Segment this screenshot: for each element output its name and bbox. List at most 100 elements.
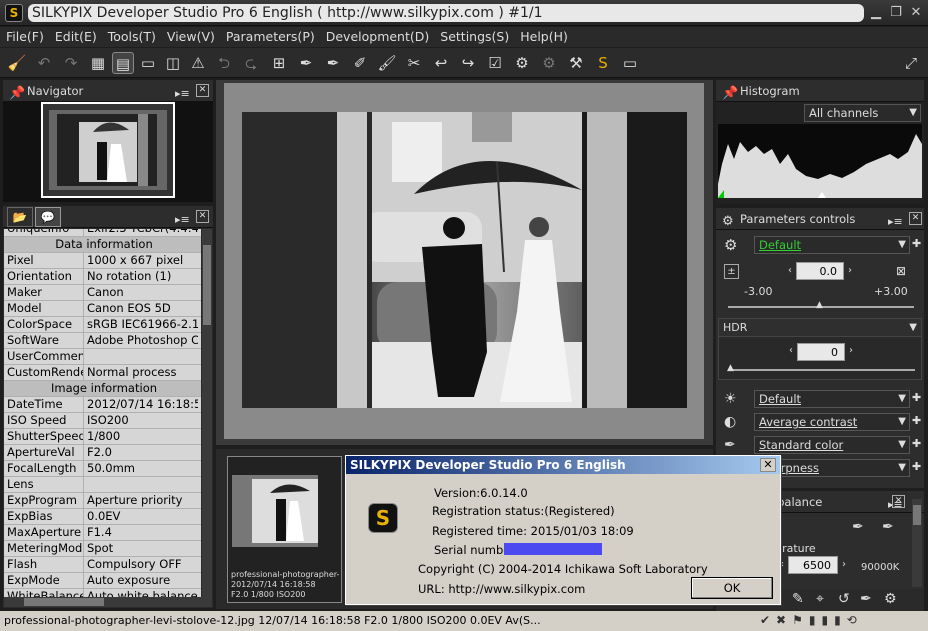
maximize-icon[interactable]: ❐ bbox=[886, 4, 906, 22]
menu-view[interactable]: View(V) bbox=[161, 27, 220, 44]
eyedropper-gray-icon[interactable]: ✒ bbox=[295, 52, 317, 74]
channel-select[interactable]: All channels ▼ bbox=[804, 104, 921, 122]
crop-icon[interactable]: ⌖ bbox=[816, 591, 824, 607]
hammer-icon[interactable]: ⚒ bbox=[565, 52, 587, 74]
info-panel: 📂 💬 ▸≡ ✕ UniqueInfoExif2.3 YCbCr(4:4:4)D… bbox=[3, 206, 213, 608]
color-add-icon[interactable]: ✚ bbox=[912, 437, 921, 450]
rotate-right-icon[interactable]: ⮎ bbox=[240, 52, 262, 74]
exposure-value[interactable]: 0.0 bbox=[796, 262, 844, 280]
contrast-add-icon[interactable]: ✚ bbox=[912, 414, 921, 427]
grid-view-icon[interactable]: ▦ bbox=[87, 52, 109, 74]
forward-icon[interactable]: ↪ bbox=[457, 52, 479, 74]
auto-exposure-icon[interactable]: ⊠ bbox=[896, 264, 906, 278]
fullscreen-icon[interactable]: ⤢ bbox=[900, 52, 922, 74]
menu-settings[interactable]: Settings(S) bbox=[434, 27, 514, 44]
preview-thumbnail-view-icon[interactable]: ▤ bbox=[112, 52, 134, 74]
info-value: Canon EOS 5D bbox=[87, 301, 171, 315]
wb-dropper2-icon[interactable]: ✒ bbox=[882, 519, 894, 535]
info-value: Normal process bbox=[87, 365, 177, 379]
tone-add-icon[interactable]: ✚ bbox=[912, 391, 921, 404]
menu-development[interactable]: Development(D) bbox=[320, 27, 435, 44]
compare-view-icon[interactable]: ◫ bbox=[162, 52, 184, 74]
info-row: Flash Compulsory OFF bbox=[4, 557, 201, 573]
sharpness-add-icon[interactable]: ✚ bbox=[912, 460, 921, 473]
pencil-icon[interactable]: ✎ bbox=[792, 591, 804, 607]
thumbnail-item[interactable]: professional-photographer- 2012/07/14 16… bbox=[227, 456, 342, 603]
status-bar: professional-photographer-levi-stolove-1… bbox=[0, 611, 928, 631]
eyedropper-wb-icon[interactable]: ✐ bbox=[349, 52, 371, 74]
close-icon[interactable]: ✕ bbox=[906, 4, 926, 22]
panel-menu-icon[interactable]: ▸≡ bbox=[175, 209, 190, 231]
taste-add-icon[interactable]: ✚ bbox=[912, 237, 921, 250]
single-view-icon[interactable]: ▭ bbox=[137, 52, 159, 74]
redo-icon[interactable]: ↷ bbox=[60, 52, 82, 74]
temperature-increase-icon[interactable]: › bbox=[842, 559, 846, 570]
silkypix-icon[interactable]: S bbox=[592, 52, 614, 74]
exposure-max: +3.00 bbox=[874, 285, 908, 298]
exposure-slider-thumb[interactable]: ▲ bbox=[816, 300, 823, 310]
undo-icon[interactable]: ↶ bbox=[33, 52, 55, 74]
panel-menu-icon[interactable]: ▸≡ bbox=[888, 211, 903, 233]
info-row: UserCommen bbox=[4, 349, 201, 365]
brush-icon[interactable]: 🖌 bbox=[376, 52, 398, 74]
info-tab-icon[interactable]: 💬 bbox=[35, 207, 61, 227]
develop-icon[interactable]: ⚙ bbox=[511, 52, 533, 74]
warning-icon[interactable]: ⚠ bbox=[187, 52, 209, 74]
tone-select[interactable]: Default ▼ bbox=[754, 390, 910, 408]
hdr-increase-icon[interactable]: › bbox=[849, 345, 853, 356]
menu-help[interactable]: Help(H) bbox=[514, 27, 573, 44]
preview-image[interactable] bbox=[242, 112, 687, 408]
wb-dropper-icon[interactable]: ✒ bbox=[852, 519, 864, 535]
minimize-icon[interactable]: ▁ bbox=[866, 4, 886, 22]
gear-icon[interactable]: ⚙ bbox=[884, 591, 897, 607]
menu-file[interactable]: File(F) bbox=[0, 27, 49, 44]
parameters-title: Parameters controls bbox=[740, 212, 856, 226]
panel-menu-icon[interactable]: ▸≡ bbox=[175, 83, 190, 105]
info-value: F2.0 bbox=[87, 445, 112, 459]
hdr-slider-thumb[interactable]: ▲ bbox=[727, 363, 734, 373]
panel-close-icon[interactable]: ✕ bbox=[892, 495, 905, 508]
dust-removal-icon[interactable]: ✂ bbox=[403, 52, 425, 74]
app-logo-icon: S bbox=[5, 4, 23, 22]
navigator-preview[interactable] bbox=[41, 102, 175, 198]
panel-close-icon[interactable]: ✕ bbox=[909, 212, 922, 225]
menu-parameters[interactable]: Parameters(P) bbox=[220, 27, 320, 44]
hdr-slider[interactable] bbox=[729, 369, 915, 371]
taste-select[interactable]: Default ▼ bbox=[754, 236, 910, 254]
cleanup-icon[interactable]: 🧹 bbox=[6, 52, 28, 74]
exposure-increase-icon[interactable]: › bbox=[848, 265, 852, 276]
info-key: Maker bbox=[4, 285, 84, 300]
rotate-left-icon[interactable]: ⮌ bbox=[213, 52, 235, 74]
panel-close-icon[interactable]: ✕ bbox=[196, 84, 209, 97]
info-hscrollbar[interactable] bbox=[4, 597, 212, 607]
batch-develop-icon[interactable]: ⚙ bbox=[538, 52, 560, 74]
contrast-select[interactable]: Average contrast ▼ bbox=[754, 413, 910, 431]
tone-icon: ☀ bbox=[724, 391, 737, 407]
dialog-close-icon[interactable]: ✕ bbox=[760, 458, 776, 472]
folder-tab-icon[interactable]: 📂 bbox=[7, 207, 33, 227]
hdr-collapse-icon[interactable]: ▼ bbox=[909, 319, 917, 337]
monitor-icon[interactable]: ▭ bbox=[619, 52, 641, 74]
back-icon[interactable]: ↩ bbox=[430, 52, 452, 74]
info-value: Canon bbox=[87, 285, 124, 299]
info-row: Orientation No rotation (1) bbox=[4, 269, 201, 285]
hdr-decrease-icon[interactable]: ‹ bbox=[789, 345, 793, 356]
info-key: ShutterSpeed bbox=[4, 429, 84, 444]
crop-grid-icon[interactable]: ⊞ bbox=[268, 52, 290, 74]
info-scrollbar[interactable] bbox=[202, 229, 212, 597]
menu-edit[interactable]: Edit(E) bbox=[49, 27, 102, 44]
ok-button[interactable]: OK bbox=[691, 577, 773, 599]
status-icons[interactable]: ✔✖⚑▮▮▮⟲ bbox=[760, 611, 863, 630]
exposure-decrease-icon[interactable]: ‹ bbox=[788, 265, 792, 276]
reset-icon[interactable]: ↺ bbox=[838, 591, 850, 607]
eyedropper-skin-icon[interactable]: ✒ bbox=[322, 52, 344, 74]
color-select[interactable]: Standard color ▼ bbox=[754, 436, 910, 454]
check-icon[interactable]: ☑ bbox=[484, 52, 506, 74]
panel-close-icon[interactable]: ✕ bbox=[196, 210, 209, 223]
menu-tools[interactable]: Tools(T) bbox=[102, 27, 161, 44]
temperature-value[interactable]: 6500 bbox=[788, 556, 838, 574]
dropper-icon[interactable]: ✒ bbox=[860, 591, 872, 607]
preview-area bbox=[216, 80, 713, 445]
params-scrollbar[interactable] bbox=[912, 499, 922, 587]
hdr-value[interactable]: 0 bbox=[797, 343, 845, 361]
